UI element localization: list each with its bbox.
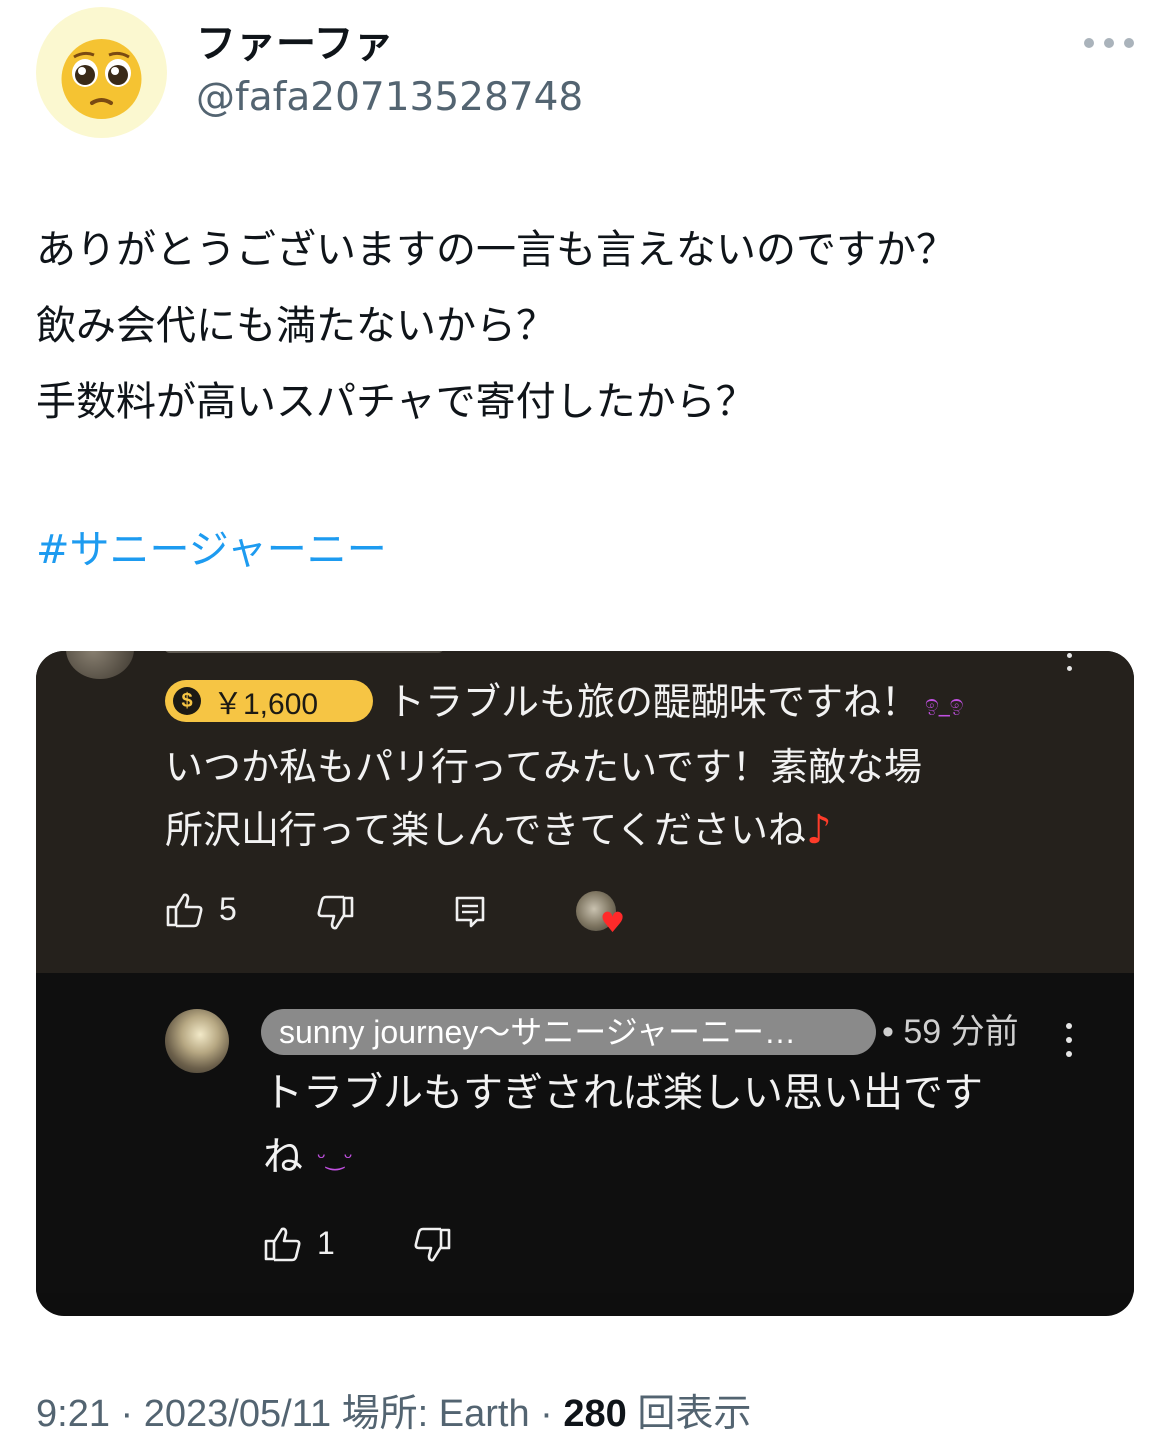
dot [1124,38,1134,48]
music-note-icon: ♪ [806,807,832,853]
thumbs-up-icon [264,1227,301,1261]
dislike-action [315,895,355,931]
reply-like-count: 1 [317,1225,335,1261]
commenter-avatar [66,651,134,679]
tweet-location: 場所: Earth [331,1393,530,1435]
comment-icon [455,896,485,928]
reply-like-action: 1 [263,1225,335,1262]
user-handle[interactable]: @fafa20713528748 [196,74,583,122]
comment-line: トラブルも旅の醍醐味ですね！ [387,680,920,724]
pleading-face-icon [61,39,142,119]
comment-text: トラブルも旅の醍醐味ですね！ ඉ_ඉ いつか私もパリ行ってみたいです！素敵な場 所… [165,671,1065,862]
views-label: 回表示 [626,1393,752,1435]
superchat-comment: $ ￥1,600 トラブルも旅の醍醐味ですね！ ඉ_ඉ いつか私もパリ行ってみたい… [36,651,1134,973]
comment-line: 所沢山行って楽しんできてくださいね [165,808,807,852]
smile-emoji-icon: ᵕ‿ᵕ [317,1146,353,1171]
comment-menu-icon [1063,653,1075,671]
view-count: 280 [563,1393,627,1435]
like-count: 5 [219,891,237,927]
dot [1104,38,1114,48]
dot [1066,1051,1072,1057]
attached-image[interactable]: $ ￥1,600 トラブルも旅の醍醐味ですね！ ඉ_ඉ いつか私もパリ行ってみたい… [36,651,1134,1316]
heart-icon: ♥ [600,906,626,939]
thumbs-down-icon [317,895,354,930]
tweet-line: ありがとうございますの一言も言えないのですか？ [36,227,956,273]
thumbs-up-icon [166,893,203,927]
reply-action [454,895,486,929]
tweet-time[interactable]: 9:21 [36,1393,110,1435]
tweet-date[interactable]: 2023/05/11 [144,1393,331,1435]
reply-text: トラブルもすぎされば楽しい思い出です ね ᵕ‿ᵕ [263,1061,1053,1191]
more-options-icon[interactable] [1084,28,1134,58]
creator-heart: ♥ [576,891,626,937]
commenter-name-cropped [164,651,444,653]
dot [1066,653,1072,658]
dot [1066,1037,1072,1043]
tweet-meta: 9:21 · 2023/05/11 場所: Earth · 280 回表示 [36,1390,751,1438]
channel-name-chip: sunny journey〜サニージャーニー… [261,1009,876,1055]
reply-dislike-action [412,1227,452,1263]
separator: · [109,1393,144,1435]
hashtag-link[interactable]: #サニージャーニー [36,512,387,588]
reply-menu-icon [1063,1023,1075,1057]
tweet-line: 手数料が高いスパチャで寄付したから？ [36,379,756,425]
laughing-emoji-icon: ඉ_ඉ [925,692,964,717]
reply-line: トラブルもすぎされば楽しい思い出です [263,1070,983,1116]
thumbs-down-icon [414,1227,451,1262]
channel-avatar [165,1009,229,1073]
comment-line: いつか私もパリ行ってみたいです！素敵な場 [165,745,922,789]
like-action: 5 [165,891,237,928]
separator: · [529,1393,564,1435]
dot [1066,666,1072,671]
tweet-line: 飲み会代にも満たないから？ [36,303,556,349]
reply-timestamp: • 59 分前 [882,1013,1019,1051]
display-name[interactable]: ファーファ [196,20,394,68]
tweet-text: ありがとうございますの一言も言えないのですか？ 飲み会代にも満たないから？ 手数… [36,212,1146,440]
profile-avatar[interactable] [36,7,167,138]
dot [1084,38,1094,48]
reply-line: ね [263,1134,303,1180]
dot [1066,1023,1072,1029]
